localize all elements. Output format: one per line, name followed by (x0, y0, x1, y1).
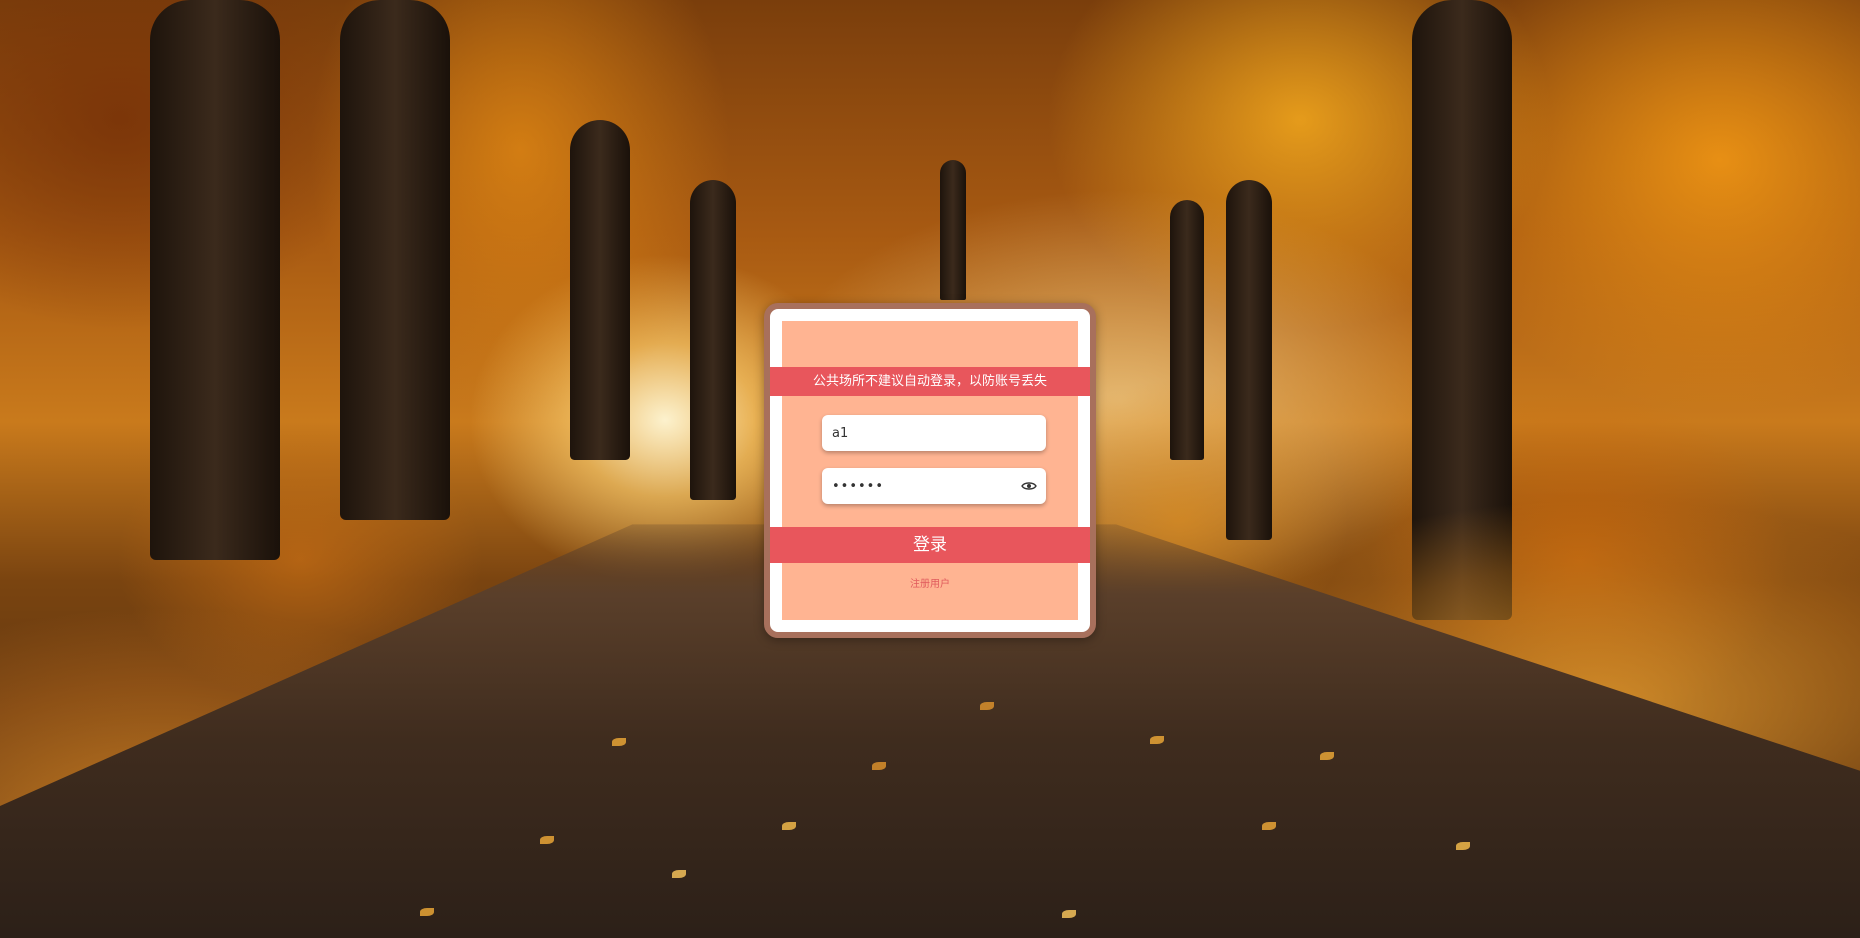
password-field[interactable] (822, 468, 1046, 504)
eye-icon[interactable] (1021, 479, 1037, 493)
login-card-body: 公共场所不建议自动登录，以防账号丢失 登录 注册用户 (770, 321, 1090, 620)
username-field[interactable] (822, 415, 1046, 451)
tree-trunk (690, 180, 736, 500)
fallen-leaf (420, 908, 434, 916)
username-input[interactable] (822, 415, 1046, 451)
tree-trunk (1226, 180, 1272, 540)
login-card: 公共场所不建议自动登录，以防账号丢失 登录 注册用户 (764, 303, 1096, 638)
auto-login-notice: 公共场所不建议自动登录，以防账号丢失 (770, 367, 1090, 396)
tree-trunk (340, 0, 450, 520)
fallen-leaf (1320, 752, 1334, 760)
tree-trunk (570, 120, 630, 460)
fallen-leaf (1262, 822, 1276, 830)
tree-trunk (940, 160, 966, 300)
fallen-leaf (872, 762, 886, 770)
login-page: 公共场所不建议自动登录，以防账号丢失 登录 注册用户 (0, 0, 1860, 938)
register-link[interactable]: 注册用户 (782, 575, 1078, 590)
fallen-leaf (540, 836, 554, 844)
fallen-leaf (672, 870, 686, 878)
fallen-leaf (1456, 842, 1470, 850)
login-button[interactable]: 登录 (770, 527, 1090, 563)
fallen-leaf (782, 822, 796, 830)
tree-trunk (1170, 200, 1204, 460)
fallen-leaf (1150, 736, 1164, 744)
fallen-leaf (1062, 910, 1076, 918)
password-input[interactable] (822, 468, 1046, 504)
tree-trunk (150, 0, 280, 560)
fallen-leaf (612, 738, 626, 746)
fallen-leaf (980, 702, 994, 710)
